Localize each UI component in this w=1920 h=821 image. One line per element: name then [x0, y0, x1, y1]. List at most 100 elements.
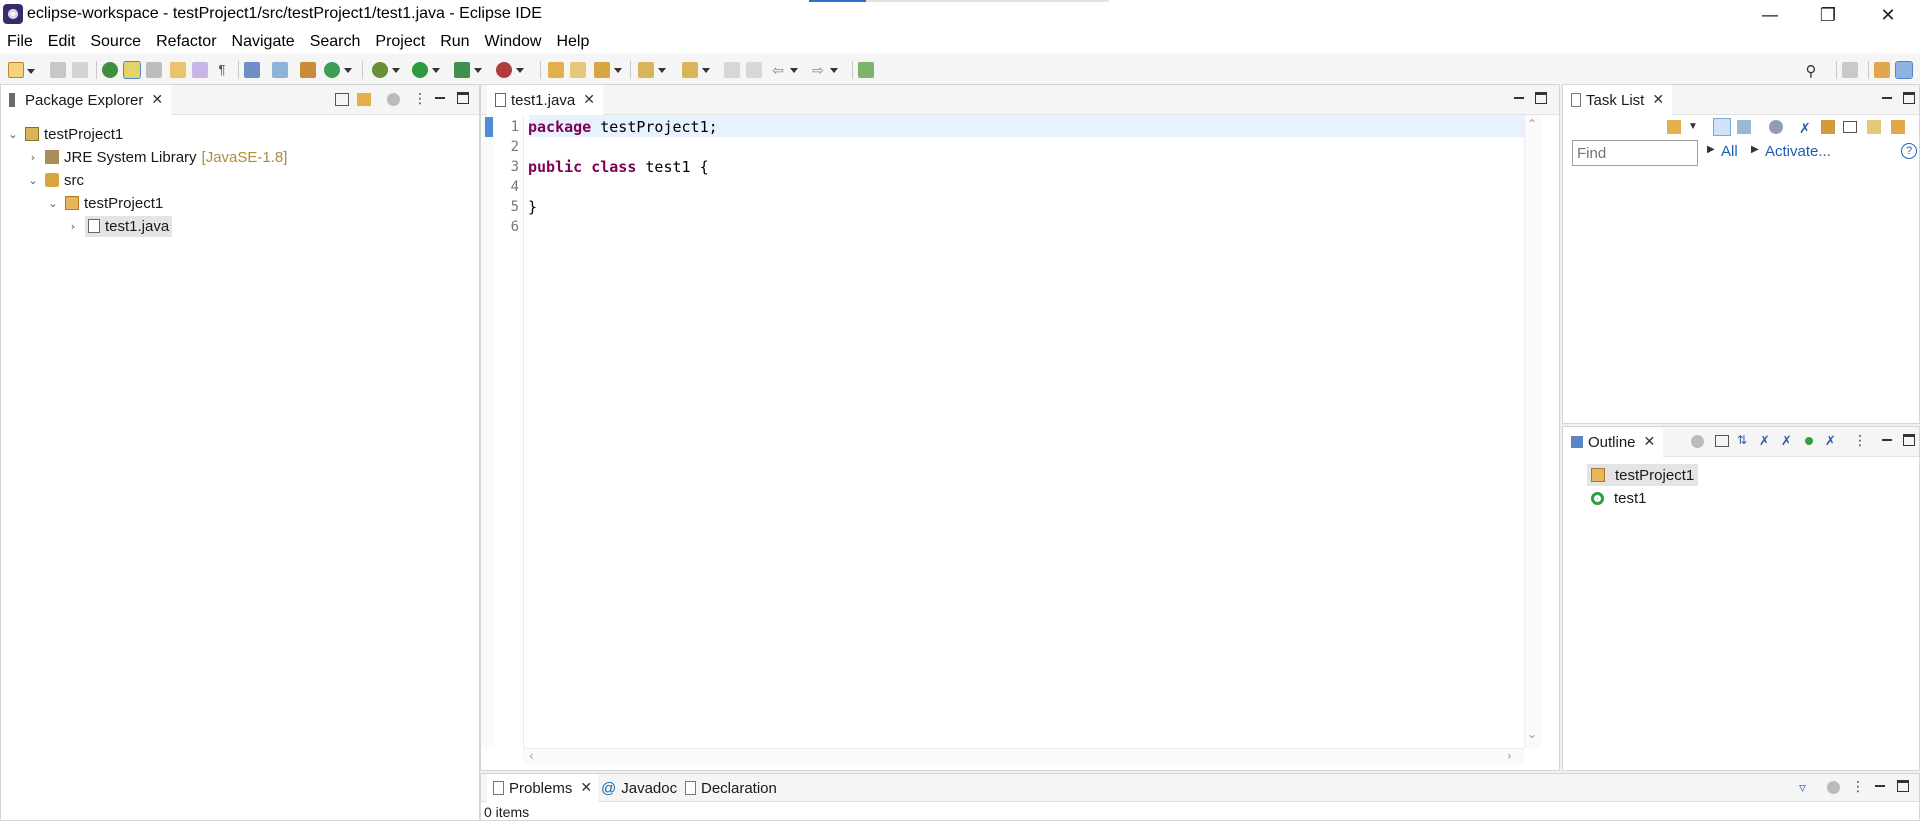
- minimize-view-icon[interactable]: [434, 92, 446, 104]
- vertical-scrollbar[interactable]: [1524, 115, 1541, 748]
- code-line[interactable]: }: [528, 197, 537, 217]
- search-quick-access-icon[interactable]: ⚲: [1803, 62, 1819, 80]
- save-icon[interactable]: [50, 62, 66, 78]
- save-all-icon[interactable]: [72, 62, 88, 78]
- minimize-window-button[interactable]: —: [1742, 0, 1798, 30]
- debug-view-icon[interactable]: [102, 62, 118, 78]
- tree-item-file[interactable]: › test1.java: [67, 215, 173, 237]
- new-java-package-icon[interactable]: [300, 62, 316, 78]
- next-edit-icon[interactable]: [638, 62, 666, 78]
- minimize-editor-icon[interactable]: [1513, 92, 1525, 104]
- code-line[interactable]: package testProject1;: [528, 117, 718, 137]
- categorized-icon[interactable]: [1713, 118, 1731, 136]
- task-find-input[interactable]: [1572, 140, 1698, 166]
- menu-window[interactable]: Window: [485, 33, 542, 51]
- close-icon[interactable]: ✕: [1644, 434, 1656, 450]
- synchronize-icon[interactable]: [1821, 120, 1835, 134]
- minimize-view-icon[interactable]: [1881, 434, 1893, 446]
- tree-item-package[interactable]: ⌄ testProject1: [47, 192, 163, 214]
- hide-static-icon[interactable]: ✗: [1781, 433, 1792, 449]
- chevron-right-icon[interactable]: ›: [67, 220, 79, 233]
- menu-help[interactable]: Help: [556, 33, 589, 51]
- menu-run[interactable]: Run: [440, 33, 469, 51]
- tab-test1-java[interactable]: test1.java ✕: [487, 85, 603, 115]
- hide-non-public-icon[interactable]: [1805, 437, 1813, 445]
- scroll-right-icon[interactable]: ›: [1507, 749, 1512, 763]
- filters-icon[interactable]: [387, 93, 400, 106]
- chevron-down-icon[interactable]: ⌄: [47, 197, 59, 210]
- focus-workweek-icon[interactable]: [1769, 120, 1783, 134]
- toggle-block-selection-icon[interactable]: [146, 62, 162, 78]
- view-menu-icon[interactable]: ⋮: [413, 90, 427, 107]
- next-annotation-icon[interactable]: [170, 62, 186, 78]
- close-window-button[interactable]: ✕: [1860, 0, 1916, 30]
- outline-item-class[interactable]: test1: [1591, 487, 1647, 509]
- scroll-left-icon[interactable]: ‹: [529, 749, 534, 763]
- chevron-down-icon[interactable]: ⌄: [7, 128, 19, 141]
- collapse-all-icon[interactable]: [1843, 121, 1857, 133]
- restore-window-button[interactable]: ❐: [1800, 0, 1856, 30]
- code-line[interactable]: public class test1 {: [528, 157, 709, 177]
- tab-javadoc[interactable]: @ Javadoc: [601, 774, 677, 802]
- maximize-view-icon[interactable]: [1903, 434, 1915, 446]
- tree-item-src[interactable]: ⌄ src: [27, 169, 84, 191]
- view-menu-icon[interactable]: ⋮: [1853, 432, 1867, 449]
- pin-editor-icon[interactable]: [858, 62, 874, 78]
- debug-icon[interactable]: [372, 62, 400, 78]
- collapse-all-icon[interactable]: [1715, 435, 1729, 447]
- run-icon[interactable]: [412, 62, 440, 78]
- show-whitespace-icon[interactable]: ¶: [214, 62, 230, 78]
- all-tasks-link[interactable]: All: [1721, 143, 1738, 160]
- filters-icon[interactable]: [1691, 435, 1704, 448]
- last-edit-location-icon[interactable]: [724, 62, 740, 78]
- tab-declaration[interactable]: Declaration: [685, 774, 777, 802]
- back-arrow-icon[interactable]: ⇦: [770, 62, 798, 78]
- open-type-icon[interactable]: [548, 62, 564, 78]
- scroll-down-icon[interactable]: ⌄: [1527, 727, 1537, 741]
- open-perspective-icon[interactable]: [1842, 62, 1858, 78]
- open-task-icon[interactable]: [570, 62, 586, 78]
- maximize-view-icon[interactable]: [1903, 92, 1915, 104]
- tree-item-project[interactable]: ⌄ testProject1: [7, 123, 123, 145]
- chevron-right-icon[interactable]: ›: [27, 151, 39, 164]
- help-icon[interactable]: ?: [1901, 143, 1917, 159]
- close-icon[interactable]: ✕: [1652, 92, 1664, 108]
- hide-local-types-icon[interactable]: ✗: [1825, 433, 1836, 449]
- menu-file[interactable]: File: [7, 33, 33, 51]
- java-ee-perspective-icon[interactable]: [1874, 62, 1890, 78]
- link-with-editor-icon[interactable]: [1867, 120, 1881, 134]
- search-references-icon[interactable]: [272, 62, 288, 78]
- new-icon[interactable]: [8, 62, 35, 78]
- maximize-view-icon[interactable]: [1897, 780, 1909, 792]
- activate-task-link[interactable]: Activate...: [1765, 143, 1831, 160]
- tab-problems[interactable]: Problems ✕: [487, 774, 599, 802]
- new-task-icon[interactable]: [1667, 120, 1681, 134]
- minimize-view-icon[interactable]: [1874, 780, 1886, 792]
- scheduled-icon[interactable]: [1737, 120, 1751, 134]
- search-icon[interactable]: [594, 62, 622, 78]
- tab-task-list[interactable]: Task List ✕: [1563, 85, 1673, 115]
- maximize-view-icon[interactable]: [457, 92, 469, 104]
- hide-completed-icon[interactable]: ✗: [1799, 120, 1813, 136]
- minimize-view-icon[interactable]: [1881, 92, 1893, 104]
- previous-edit-icon[interactable]: [682, 62, 710, 78]
- external-tools-icon[interactable]: [496, 62, 524, 78]
- task-repositories-icon[interactable]: [1891, 120, 1905, 134]
- toggle-mark-occurrences-icon[interactable]: [123, 61, 141, 79]
- console-icon[interactable]: [244, 62, 260, 78]
- chevron-down-icon[interactable]: ⌄: [27, 174, 39, 187]
- forward-arrow-icon[interactable]: ⇨: [810, 62, 838, 78]
- maximize-editor-icon[interactable]: [1535, 92, 1547, 104]
- scroll-up-icon[interactable]: ⌃: [1527, 117, 1537, 131]
- configure-contents-icon[interactable]: [1827, 781, 1840, 794]
- collapse-all-icon[interactable]: [335, 93, 349, 106]
- horizontal-scrollbar[interactable]: [523, 748, 1524, 765]
- outline-item-package[interactable]: testProject1: [1587, 464, 1699, 486]
- close-icon[interactable]: ✕: [583, 92, 595, 108]
- link-with-editor-icon[interactable]: [357, 93, 371, 106]
- menu-edit[interactable]: Edit: [48, 33, 76, 51]
- menu-refactor[interactable]: Refactor: [156, 33, 216, 51]
- tree-item-jre-library[interactable]: › JRE System Library [JavaSE-1.8]: [27, 146, 288, 168]
- selected-file[interactable]: test1.java: [85, 215, 173, 237]
- view-menu-icon[interactable]: ⋮: [1851, 778, 1865, 795]
